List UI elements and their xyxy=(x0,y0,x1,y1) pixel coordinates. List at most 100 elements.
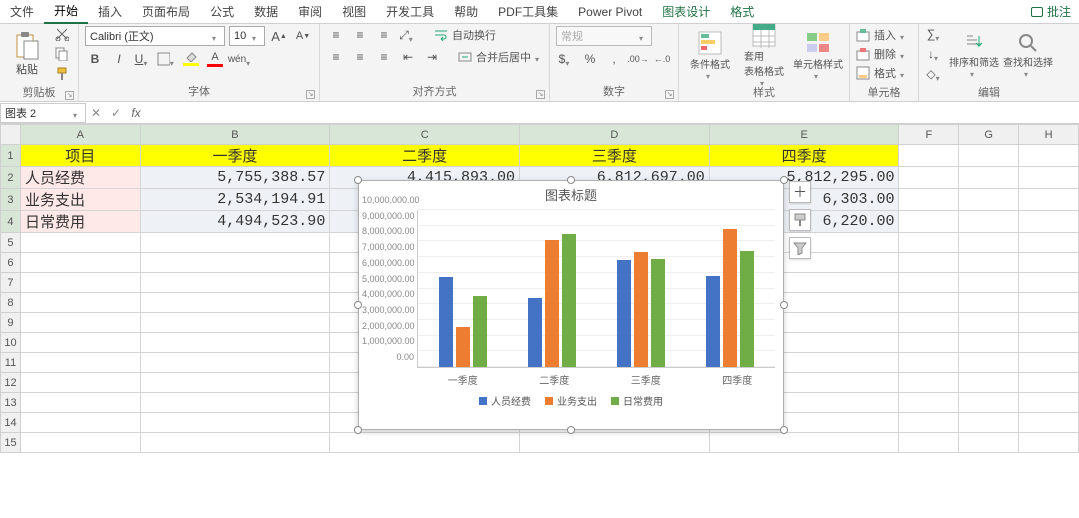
font-dialog-launcher[interactable]: ↘ xyxy=(306,90,315,99)
column-header-E[interactable]: E xyxy=(709,125,899,145)
align-right-button[interactable]: ≡ xyxy=(374,48,394,66)
cell-F9[interactable] xyxy=(899,313,959,333)
percent-button[interactable]: % xyxy=(580,50,600,68)
bar-日常费用-一季度[interactable] xyxy=(473,296,487,367)
cell-C1[interactable]: 二季度 xyxy=(330,145,520,167)
resize-handle-e[interactable] xyxy=(780,301,788,309)
cell-B14[interactable] xyxy=(140,413,330,433)
cell-D15[interactable] xyxy=(520,433,710,453)
cell-G15[interactable] xyxy=(959,433,1019,453)
cell-H7[interactable] xyxy=(1019,273,1079,293)
bar-业务支出-四季度[interactable] xyxy=(723,229,737,367)
chart-filters-button[interactable] xyxy=(789,237,811,259)
cell-F15[interactable] xyxy=(899,433,959,453)
resize-handle-nw[interactable] xyxy=(354,176,362,184)
font-color-button[interactable]: A xyxy=(205,50,225,68)
cell-G5[interactable] xyxy=(959,233,1019,253)
cell-B2[interactable]: 5,755,388.57 xyxy=(140,167,330,189)
cell-H15[interactable] xyxy=(1019,433,1079,453)
cell-B3[interactable]: 2,534,194.91 xyxy=(140,189,330,211)
cell-B10[interactable] xyxy=(140,333,330,353)
format-as-table-button[interactable]: 套用 表格格式 xyxy=(739,22,789,86)
cell-A3[interactable]: 业务支出 xyxy=(20,189,140,211)
name-box[interactable]: 图表 2 xyxy=(0,103,86,123)
tab-review[interactable]: 审阅 xyxy=(288,0,332,23)
chart-elements-button[interactable]: ＋ xyxy=(789,181,811,203)
tab-chart-design[interactable]: 图表设计 xyxy=(652,0,720,23)
embedded-chart[interactable]: ＋ 图表标题 0.001,000,000.002,000,000.003,000… xyxy=(358,180,784,430)
chart-legend[interactable]: 人员经费业务支出日常费用 xyxy=(359,387,783,412)
border-button[interactable] xyxy=(157,50,177,68)
cell-F5[interactable] xyxy=(899,233,959,253)
cell-A2[interactable]: 人员经费 xyxy=(20,167,140,189)
resize-handle-se[interactable] xyxy=(780,426,788,434)
bar-人员经费-一季度[interactable] xyxy=(439,277,453,367)
chart-title[interactable]: 图表标题 xyxy=(359,181,783,206)
number-dialog-launcher[interactable]: ↘ xyxy=(665,90,674,99)
cell-E1[interactable]: 四季度 xyxy=(709,145,899,167)
clipboard-dialog-launcher[interactable]: ↘ xyxy=(65,91,74,100)
cell-A14[interactable] xyxy=(20,413,140,433)
tab-format[interactable]: 格式 xyxy=(720,0,764,23)
decrease-font-button[interactable]: A▼ xyxy=(293,27,313,45)
row-header-7[interactable]: 7 xyxy=(1,273,21,293)
bar-业务支出-三季度[interactable] xyxy=(634,252,648,367)
cell-H8[interactable] xyxy=(1019,293,1079,313)
cell-B13[interactable] xyxy=(140,393,330,413)
cell-A1[interactable]: 项目 xyxy=(20,145,140,167)
cell-G14[interactable] xyxy=(959,413,1019,433)
merge-center-button[interactable]: 合并后居中 xyxy=(458,48,543,66)
cell-H9[interactable] xyxy=(1019,313,1079,333)
format-painter-button[interactable] xyxy=(52,65,72,83)
tab-formulas[interactable]: 公式 xyxy=(200,0,244,23)
increase-indent-button[interactable]: ⇥ xyxy=(422,48,442,66)
tab-insert[interactable]: 插入 xyxy=(88,0,132,23)
cell-G12[interactable] xyxy=(959,373,1019,393)
cell-B5[interactable] xyxy=(140,233,330,253)
number-format-combo[interactable]: 常规 xyxy=(556,26,652,46)
tab-data[interactable]: 数据 xyxy=(244,0,288,23)
tab-pdf[interactable]: PDF工具集 xyxy=(488,0,568,23)
cell-F13[interactable] xyxy=(899,393,959,413)
font-name-combo[interactable]: Calibri (正文) xyxy=(85,26,225,46)
resize-handle-ne[interactable] xyxy=(780,176,788,184)
comma-button[interactable]: , xyxy=(604,50,624,68)
cut-button[interactable] xyxy=(52,25,72,43)
cell-G8[interactable] xyxy=(959,293,1019,313)
orientation-button[interactable]: ⤢ xyxy=(398,26,418,44)
cell-G2[interactable] xyxy=(959,167,1019,189)
row-header-8[interactable]: 8 xyxy=(1,293,21,313)
cell-H13[interactable] xyxy=(1019,393,1079,413)
cell-G10[interactable] xyxy=(959,333,1019,353)
cell-B11[interactable] xyxy=(140,353,330,373)
increase-font-button[interactable]: A▲ xyxy=(269,27,289,45)
align-middle-button[interactable]: ≡ xyxy=(350,26,370,44)
insert-cells-button[interactable]: 插入 xyxy=(856,26,912,44)
cell-F12[interactable] xyxy=(899,373,959,393)
cell-H6[interactable] xyxy=(1019,253,1079,273)
bar-业务支出-一季度[interactable] xyxy=(456,327,470,367)
fill-color-button[interactable] xyxy=(181,50,201,68)
chart-styles-button[interactable] xyxy=(789,209,811,231)
cell-A5[interactable] xyxy=(20,233,140,253)
cell-A15[interactable] xyxy=(20,433,140,453)
legend-item-1[interactable]: 业务支出 xyxy=(545,393,597,408)
autosum-button[interactable]: ∑ xyxy=(925,25,945,43)
align-dialog-launcher[interactable]: ↘ xyxy=(536,90,545,99)
cell-H1[interactable] xyxy=(1019,145,1079,167)
increase-decimal-button[interactable]: .00→ xyxy=(628,50,648,68)
conditional-formatting-button[interactable]: 条件格式 xyxy=(685,30,735,79)
fill-button[interactable]: ↓ xyxy=(925,45,945,63)
bar-人员经费-四季度[interactable] xyxy=(706,276,720,367)
bar-人员经费-二季度[interactable] xyxy=(528,298,542,367)
tab-developer[interactable]: 开发工具 xyxy=(376,0,444,23)
cell-B7[interactable] xyxy=(140,273,330,293)
row-header-12[interactable]: 12 xyxy=(1,373,21,393)
cell-H14[interactable] xyxy=(1019,413,1079,433)
cell-A11[interactable] xyxy=(20,353,140,373)
cell-G1[interactable] xyxy=(959,145,1019,167)
legend-item-2[interactable]: 日常费用 xyxy=(611,393,663,408)
cell-F1[interactable] xyxy=(899,145,959,167)
cell-B4[interactable]: 4,494,523.90 xyxy=(140,211,330,233)
tab-page-layout[interactable]: 页面布局 xyxy=(132,0,200,23)
